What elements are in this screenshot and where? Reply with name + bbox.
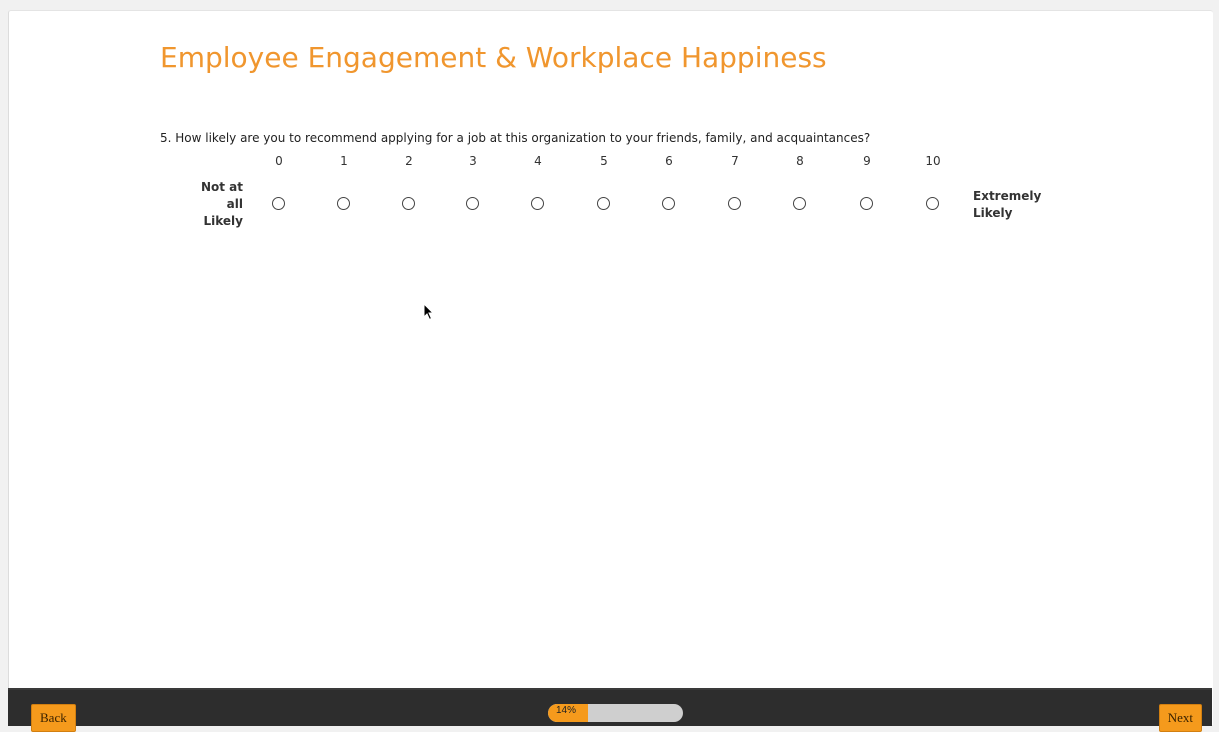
progress-label: 14% (556, 705, 577, 716)
scale-low-label-line: all (226, 197, 243, 211)
radio-option-9[interactable] (860, 197, 873, 210)
survey-page: Employee Engagement & Workplace Happines… (8, 10, 1213, 725)
radio-option-3[interactable] (466, 197, 479, 210)
scale-number-3: 3 (469, 154, 477, 168)
scale-number-2: 2 (405, 154, 413, 168)
scale-number-8: 8 (796, 154, 804, 168)
scale-number-0: 0 (275, 154, 283, 168)
back-button[interactable]: Back (31, 704, 76, 732)
radio-option-10[interactable] (926, 197, 939, 210)
scale-number-6: 6 (665, 154, 673, 168)
survey-title: Employee Engagement & Workplace Happines… (160, 41, 827, 74)
radio-option-2[interactable] (402, 197, 415, 210)
mouse-pointer-icon (423, 303, 435, 321)
radio-option-7[interactable] (728, 197, 741, 210)
scale-high-label: Extremely Likely (973, 188, 1041, 222)
question-text: 5. How likely are you to recommend apply… (160, 131, 871, 145)
radio-option-4[interactable] (531, 197, 544, 210)
scale-number-9: 9 (863, 154, 871, 168)
radio-option-8[interactable] (793, 197, 806, 210)
scale-number-1: 1 (340, 154, 348, 168)
next-button[interactable]: Next (1158, 704, 1202, 732)
scale-number-4: 4 (534, 154, 542, 168)
scale-number-5: 5 (600, 154, 608, 168)
scale-high-label-line: Likely (973, 206, 1013, 220)
radio-option-1[interactable] (337, 197, 350, 210)
radio-option-5[interactable] (597, 197, 610, 210)
scale-number-10: 10 (925, 154, 941, 168)
scale-low-label: Not at all Likely (201, 179, 243, 230)
scale-low-label-line: Not at (200, 180, 243, 194)
progress-bar: 14% (548, 704, 683, 722)
scale-high-label-line: Extremely (973, 189, 1042, 203)
radio-option-6[interactable] (662, 197, 675, 210)
survey-footer: Back 14% Next (8, 688, 1212, 732)
scale-number-7: 7 (731, 154, 739, 168)
scale-low-label-line: Likely (203, 214, 244, 228)
radio-option-0[interactable] (272, 197, 285, 210)
